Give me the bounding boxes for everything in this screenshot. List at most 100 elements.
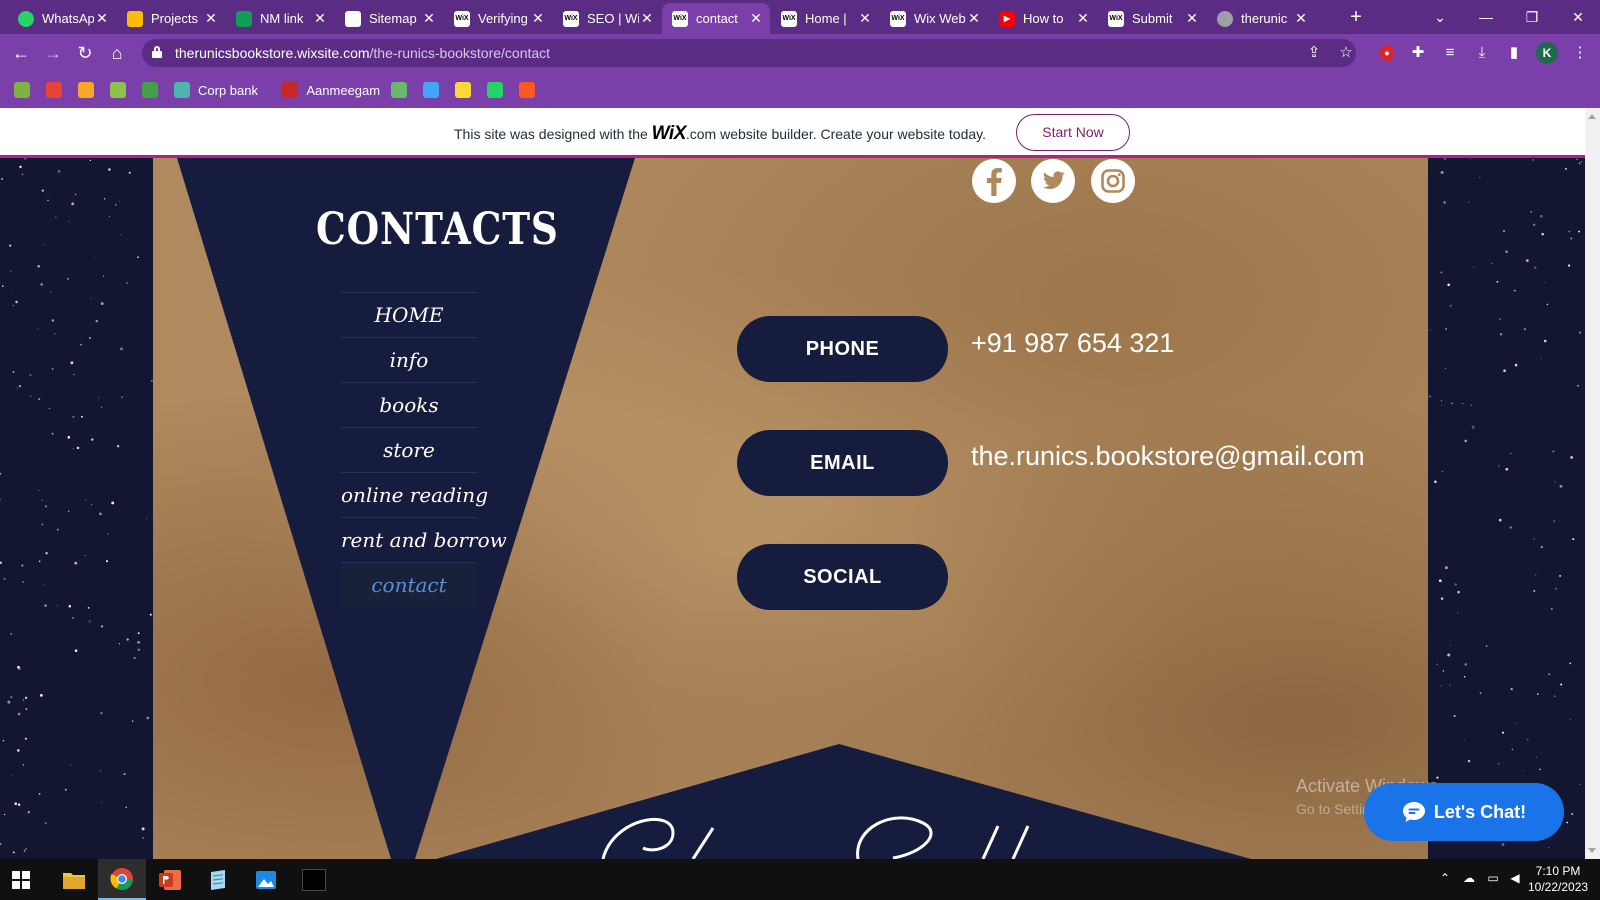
terminal-app-icon[interactable] — [290, 859, 338, 900]
google-sheets-icon — [236, 10, 252, 27]
browser-tab[interactable]: Sitemap ✕ — [335, 3, 443, 34]
file-explorer-icon[interactable] — [50, 859, 98, 900]
windows-start-icon[interactable] — [12, 871, 30, 889]
system-clock[interactable]: 7:10 PM 10/22/2023 — [1528, 863, 1588, 895]
scroll-up-arrow-icon[interactable] — [1588, 114, 1596, 119]
bookmark-item[interactable] — [46, 81, 62, 99]
nav-item-books[interactable]: books — [341, 382, 477, 427]
tab-close-icon[interactable]: ✕ — [203, 10, 219, 27]
new-tab-button[interactable]: + — [1344, 5, 1368, 29]
facebook-icon[interactable] — [971, 158, 1017, 204]
profile-avatar[interactable]: K — [1536, 42, 1558, 64]
star-dot — [1570, 237, 1573, 240]
tab-close-icon[interactable]: ✕ — [1075, 10, 1091, 27]
browser-tab[interactable]: ▶ How to ✕ — [989, 3, 1097, 34]
tab-search-icon[interactable]: ⌄ — [1420, 4, 1460, 30]
tab-close-icon[interactable]: ✕ — [530, 10, 546, 27]
nav-item-store[interactable]: store — [341, 427, 477, 472]
star-dot — [1468, 201, 1470, 203]
tab-title: How to — [1023, 11, 1064, 26]
scroll-down-arrow-icon[interactable] — [1588, 848, 1596, 853]
bookmark-item[interactable]: Aanmeegam — [282, 81, 380, 99]
back-button[interactable]: ← — [9, 41, 33, 65]
bookmark-item[interactable] — [110, 81, 126, 99]
tab-close-icon[interactable]: ✕ — [94, 10, 110, 27]
star-dot — [133, 656, 136, 660]
tab-close-icon[interactable]: ✕ — [748, 10, 764, 27]
onedrive-cloud-icon[interactable]: ☁ — [1460, 871, 1478, 885]
tab-close-icon[interactable]: ✕ — [639, 10, 655, 27]
tab-title: Home | — [805, 11, 847, 26]
browser-tab[interactable]: therunic ✕ — [1207, 3, 1315, 34]
browser-tab[interactable]: WhatsApp✕ — [8, 3, 116, 34]
reload-button[interactable]: ↻ — [73, 41, 97, 65]
nav-item-home[interactable]: HOME — [341, 292, 477, 337]
start-now-button[interactable]: Start Now — [1016, 114, 1130, 151]
bookmark-star-icon[interactable]: ☆ — [1336, 43, 1356, 63]
volume-icon[interactable]: ◀ — [1506, 871, 1524, 885]
nav-item-contact[interactable]: contact — [341, 562, 477, 607]
browser-tab[interactable]: WiX Submit ✕ — [1098, 3, 1206, 34]
photos-app-icon[interactable] — [242, 859, 290, 900]
tab-close-icon[interactable]: ✕ — [857, 10, 873, 27]
bookmark-item[interactable] — [518, 81, 535, 99]
browser-tab[interactable]: Projects ✕ — [117, 3, 225, 34]
bookmark-item[interactable] — [142, 81, 158, 99]
notepad-app-icon[interactable] — [194, 859, 242, 900]
star-dot — [1479, 176, 1481, 178]
minimize-button[interactable]: — — [1466, 4, 1506, 30]
page-scrollbar[interactable] — [1585, 108, 1600, 859]
tab-close-icon[interactable]: ✕ — [1184, 10, 1200, 27]
tray-chevron-icon[interactable]: ⌃ — [1436, 871, 1454, 885]
nav-item-info[interactable]: info — [341, 337, 477, 382]
tab-close-icon[interactable]: ✕ — [966, 10, 982, 27]
extensions-puzzle-icon[interactable]: ✚ — [1408, 43, 1428, 63]
bookmark-item[interactable] — [78, 81, 94, 99]
star-dot — [68, 605, 72, 608]
chrome-icon[interactable] — [98, 859, 146, 900]
bookmark-item[interactable] — [454, 81, 471, 99]
browser-menu-icon[interactable]: ⋮ — [1570, 43, 1590, 63]
tab-close-icon[interactable]: ✕ — [312, 10, 328, 27]
instagram-icon[interactable] — [1090, 158, 1136, 204]
home-button[interactable]: ⌂ — [105, 41, 129, 65]
media-queue-icon[interactable]: ≡ — [1440, 43, 1460, 63]
address-bar[interactable]: therunicsbookstore.wixsite.com/the-runic… — [142, 39, 1356, 67]
browser-tab[interactable]: WiX Wix Web ✕ — [880, 3, 988, 34]
side-panel-icon[interactable]: ▮ — [1504, 43, 1524, 63]
tab-close-icon[interactable]: ✕ — [421, 10, 437, 27]
nav-item-rent-and-borrow[interactable]: rent and borrow — [341, 517, 507, 562]
nav-item-online-reading[interactable]: online reading — [341, 472, 488, 517]
url-text[interactable]: therunicsbookstore.wixsite.com/the-runic… — [175, 45, 550, 61]
browser-tab[interactable]: NM link ✕ — [226, 3, 334, 34]
browser-tab[interactable]: WiX Verifying ✕ — [444, 3, 552, 34]
star-dot — [80, 343, 82, 346]
bookmark-item[interactable] — [422, 81, 439, 99]
email-value[interactable]: the.runics.bookstore@gmail.com — [971, 441, 1365, 472]
restore-button[interactable]: ❐ — [1512, 4, 1552, 30]
star-dot — [1499, 332, 1503, 336]
bookmark-item[interactable] — [14, 81, 30, 99]
powerpoint-icon[interactable] — [146, 859, 194, 900]
star-dot — [128, 171, 131, 174]
bookmark-item[interactable] — [390, 81, 407, 99]
forward-button[interactable]: → — [41, 41, 65, 65]
share-icon[interactable]: ⇪ — [1304, 43, 1324, 63]
bookmark-item[interactable]: Corp bank — [174, 81, 258, 99]
phone-value[interactable]: +91 987 654 321 — [971, 328, 1174, 359]
bookmark-item[interactable] — [486, 81, 503, 99]
close-window-button[interactable]: ✕ — [1558, 4, 1598, 30]
lets-chat-button[interactable]: Let's Chat! — [1364, 783, 1564, 841]
download-icon[interactable]: ⤓ — [1472, 43, 1492, 63]
twitter-icon[interactable] — [1030, 158, 1076, 204]
browser-tab[interactable]: WiX Home | ✕ — [771, 3, 879, 34]
network-icon[interactable]: ▭ — [1484, 871, 1502, 885]
browser-tab[interactable]: WiX contact ✕ — [662, 3, 770, 34]
star-dot — [27, 811, 30, 814]
browser-tab[interactable]: WiX SEO | Wix✕ — [553, 3, 661, 34]
star-dot — [111, 501, 115, 505]
tab-close-icon[interactable]: ✕ — [1293, 10, 1309, 27]
star-dot — [1550, 607, 1553, 610]
extension-red-icon[interactable]: ● — [1380, 45, 1394, 61]
star-dot — [47, 199, 49, 202]
